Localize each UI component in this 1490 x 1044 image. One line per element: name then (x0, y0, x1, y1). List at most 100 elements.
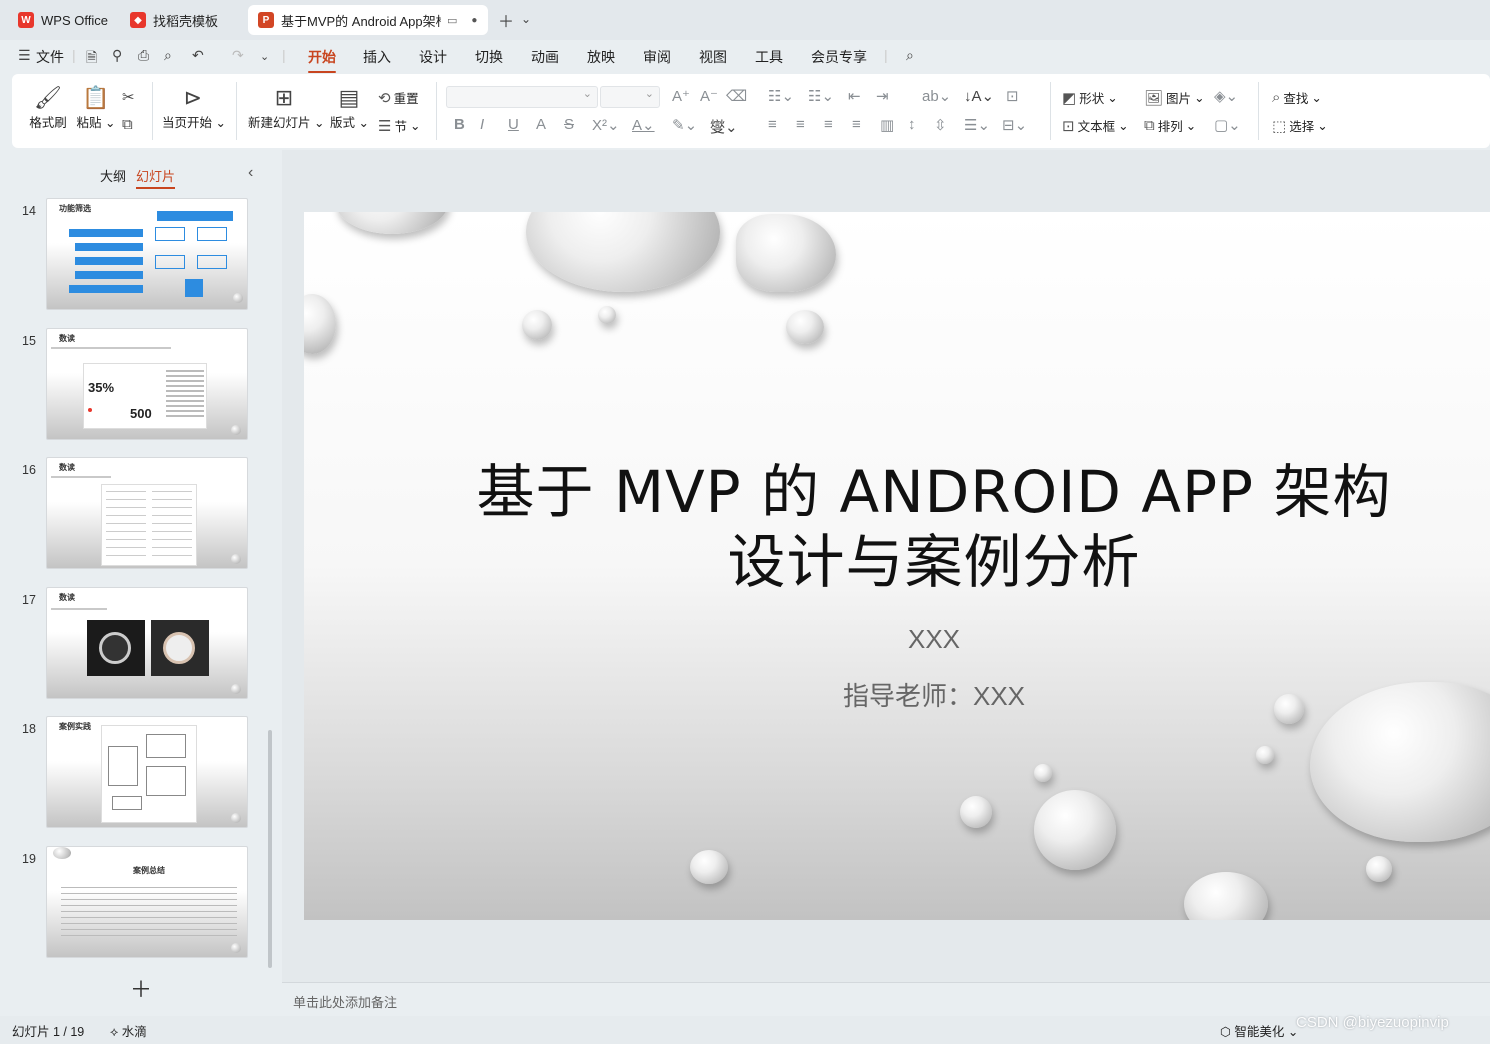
arrange-button[interactable]: ⧉ 排列 ⌄ (1144, 116, 1196, 135)
slide-thumbnail-row[interactable]: 17 数读 (0, 587, 270, 701)
tab-slides[interactable]: 幻灯片 (136, 166, 176, 189)
decrease-indent-icon[interactable]: ⇤ (848, 87, 861, 105)
quick-access-dropdown-icon[interactable]: ⌄ (260, 50, 269, 63)
reset-button[interactable]: ⟲ 重置 (378, 88, 419, 107)
slide-thumbnail-row[interactable]: 19 案例总结 (0, 846, 270, 960)
hamburger-icon[interactable]: ☰ (18, 47, 31, 64)
distributed-icon[interactable]: ▥ (880, 116, 894, 134)
panel-scrollbar[interactable] (268, 730, 272, 968)
print-preview-icon[interactable]: ⌕ (164, 47, 172, 64)
tab-label: WPS Office (41, 12, 108, 28)
slide-thumbnail[interactable]: 数读 (46, 587, 248, 699)
slide-thumbnail-row[interactable]: 18 案例实践 (0, 716, 270, 830)
paste-button[interactable]: 📋 粘贴 ⌄ (76, 84, 116, 131)
tab-current-document[interactable]: P 基于MVP的 Android App架构 ▭ ● (248, 5, 488, 35)
chevron-down-icon[interactable]: ⌄ (521, 12, 531, 26)
fill-icon[interactable]: ◈⌄ (1214, 87, 1238, 105)
menu-slideshow[interactable]: 放映 (587, 47, 615, 67)
menu-view[interactable]: 视图 (699, 47, 727, 67)
slide-author[interactable]: XXX (734, 624, 1134, 655)
paragraph-spacing-icon[interactable]: ⇳ (934, 116, 947, 134)
vertical-align-icon[interactable]: ⊟⌄ (1002, 116, 1027, 134)
cut-icon[interactable]: ✂ (122, 88, 135, 106)
clear-format-icon[interactable]: ⌫ (726, 87, 747, 105)
underline-icon[interactable]: U (508, 116, 519, 133)
select-button[interactable]: ⬚ 选择 ⌄ (1272, 116, 1328, 135)
strikethrough-a-icon[interactable]: A (536, 116, 546, 133)
font-size-dropdown[interactable] (600, 86, 660, 108)
add-slide-icon[interactable]: ＋ (130, 972, 152, 1004)
menu-insert[interactable]: 插入 (363, 47, 391, 67)
numbering-icon[interactable]: ☷⌄ (808, 87, 834, 105)
redo-icon[interactable]: ↷ (232, 47, 244, 64)
slide-thumbnail[interactable]: 案例实践 (46, 716, 248, 828)
align-left-icon[interactable]: ≡ (768, 116, 777, 133)
increase-font-icon[interactable]: A⁺ (672, 87, 690, 105)
tab-outline[interactable]: 大纲 (100, 166, 126, 185)
slide-thumbnail[interactable]: 功能筛选 (46, 198, 248, 310)
tab-wps-office[interactable]: W WPS Office (8, 5, 112, 35)
slide-thumbnail[interactable]: 数读 35% 500 (46, 328, 248, 440)
menu-home[interactable]: 开始 (308, 47, 336, 73)
strikethrough-icon[interactable]: S (564, 116, 574, 133)
print-icon[interactable]: ⎙ (138, 47, 149, 64)
convert-smartart-icon[interactable]: ⊡ (1006, 87, 1019, 105)
slide-title[interactable]: 基于 MVP 的 ANDROID APP 架构 设计与案例分析 (454, 457, 1414, 597)
smart-beautify-button[interactable]: ⬡ 智能美化 ⌄ (1220, 1021, 1298, 1040)
decrease-font-icon[interactable]: A⁻ (700, 87, 718, 105)
menu-member[interactable]: 会员专享 (811, 47, 867, 67)
play-from-current-button[interactable]: ⊳ 当页开始 ⌄ (162, 84, 226, 131)
justify-icon[interactable]: ≡ (852, 116, 861, 133)
notes-pane[interactable]: 单击此处添加备注 (282, 982, 1490, 1016)
align-center-icon[interactable]: ≡ (796, 116, 805, 133)
character-spacing-icon[interactable]: 燮⌄ (710, 116, 738, 137)
slide-canvas[interactable]: 基于 MVP 的 ANDROID APP 架构 设计与案例分析 XXX 指导老师… (304, 212, 1490, 920)
columns-icon[interactable]: ☰⌄ (964, 116, 990, 134)
textbox-button[interactable]: ⊡ 文本框 ⌄ (1062, 116, 1129, 135)
menu-design[interactable]: 设计 (419, 47, 447, 67)
find-button[interactable]: ⌕ 查找 ⌄ (1272, 88, 1322, 107)
section-button[interactable]: ☰ 节 ⌄ (378, 116, 420, 135)
slide-thumbnail-row[interactable]: 14 功能筛选 (0, 198, 270, 312)
outline-icon[interactable]: ▢⌄ (1214, 116, 1241, 134)
menu-transitions[interactable]: 切换 (475, 47, 503, 67)
copy-icon[interactable]: ⧉ (122, 116, 133, 133)
slide-thumbnail-row[interactable]: 16 数读 (0, 457, 270, 571)
line-spacing-icon[interactable]: ↕ (908, 116, 916, 133)
increase-indent-icon[interactable]: ⇥ (876, 87, 889, 105)
menu-tools[interactable]: 工具 (755, 47, 783, 67)
theme-name[interactable]: ⟡ 水滴 (110, 1021, 147, 1040)
text-style-icon[interactable]: ab⌄ (922, 87, 951, 105)
shape-button[interactable]: ◩ 形状 ⌄ (1062, 88, 1118, 107)
highlight-icon[interactable]: ✎⌄ (672, 116, 697, 134)
layout-button[interactable]: ▤ 版式 ⌄ (330, 84, 369, 131)
new-tab-icon[interactable]: ＋ (498, 8, 514, 32)
slide-thumbnail-row[interactable]: 15 数读 35% 500 (0, 328, 270, 442)
slide-thumbnail[interactable]: 数读 (46, 457, 248, 569)
bold-icon[interactable]: B (454, 116, 465, 133)
align-right-icon[interactable]: ≡ (824, 116, 833, 133)
menu-review[interactable]: 审阅 (643, 47, 671, 67)
save-icon[interactable]: 🗎 (86, 47, 97, 71)
thumbnail-document (101, 484, 197, 566)
slide-number: 19 (22, 852, 36, 866)
format-painter-button[interactable]: 🖌 格式刷 (28, 84, 68, 131)
superscript-icon[interactable]: X²⌄ (592, 116, 620, 134)
tab-daoke-templates[interactable]: ◆ 找稻壳模板 (120, 5, 244, 35)
share-icon[interactable]: ⚲ (112, 47, 122, 64)
font-name-dropdown[interactable] (446, 86, 598, 108)
new-slide-button[interactable]: ⊞ 新建幻灯片 ⌄ (248, 84, 324, 131)
picture-button[interactable]: 🖼 图片 ⌄ (1144, 88, 1205, 107)
slide-advisor[interactable]: 指导老师：XXX (734, 676, 1134, 713)
menu-animations[interactable]: 动画 (531, 47, 559, 67)
slide-thumbnail[interactable]: 案例总结 (46, 846, 248, 958)
italic-icon[interactable]: I (480, 116, 484, 133)
text-direction-icon[interactable]: ↓A⌄ (964, 87, 994, 105)
bullets-icon[interactable]: ☷⌄ (768, 87, 794, 105)
menu-file[interactable]: 文件 (36, 47, 64, 67)
undo-icon[interactable]: ↶ (192, 47, 204, 64)
unsaved-dot-icon[interactable]: ● (471, 15, 477, 26)
collapse-panel-icon[interactable]: ‹ (248, 164, 253, 182)
font-color-icon[interactable]: A⌄ (632, 116, 655, 134)
search-icon[interactable]: ⌕ (906, 47, 914, 64)
